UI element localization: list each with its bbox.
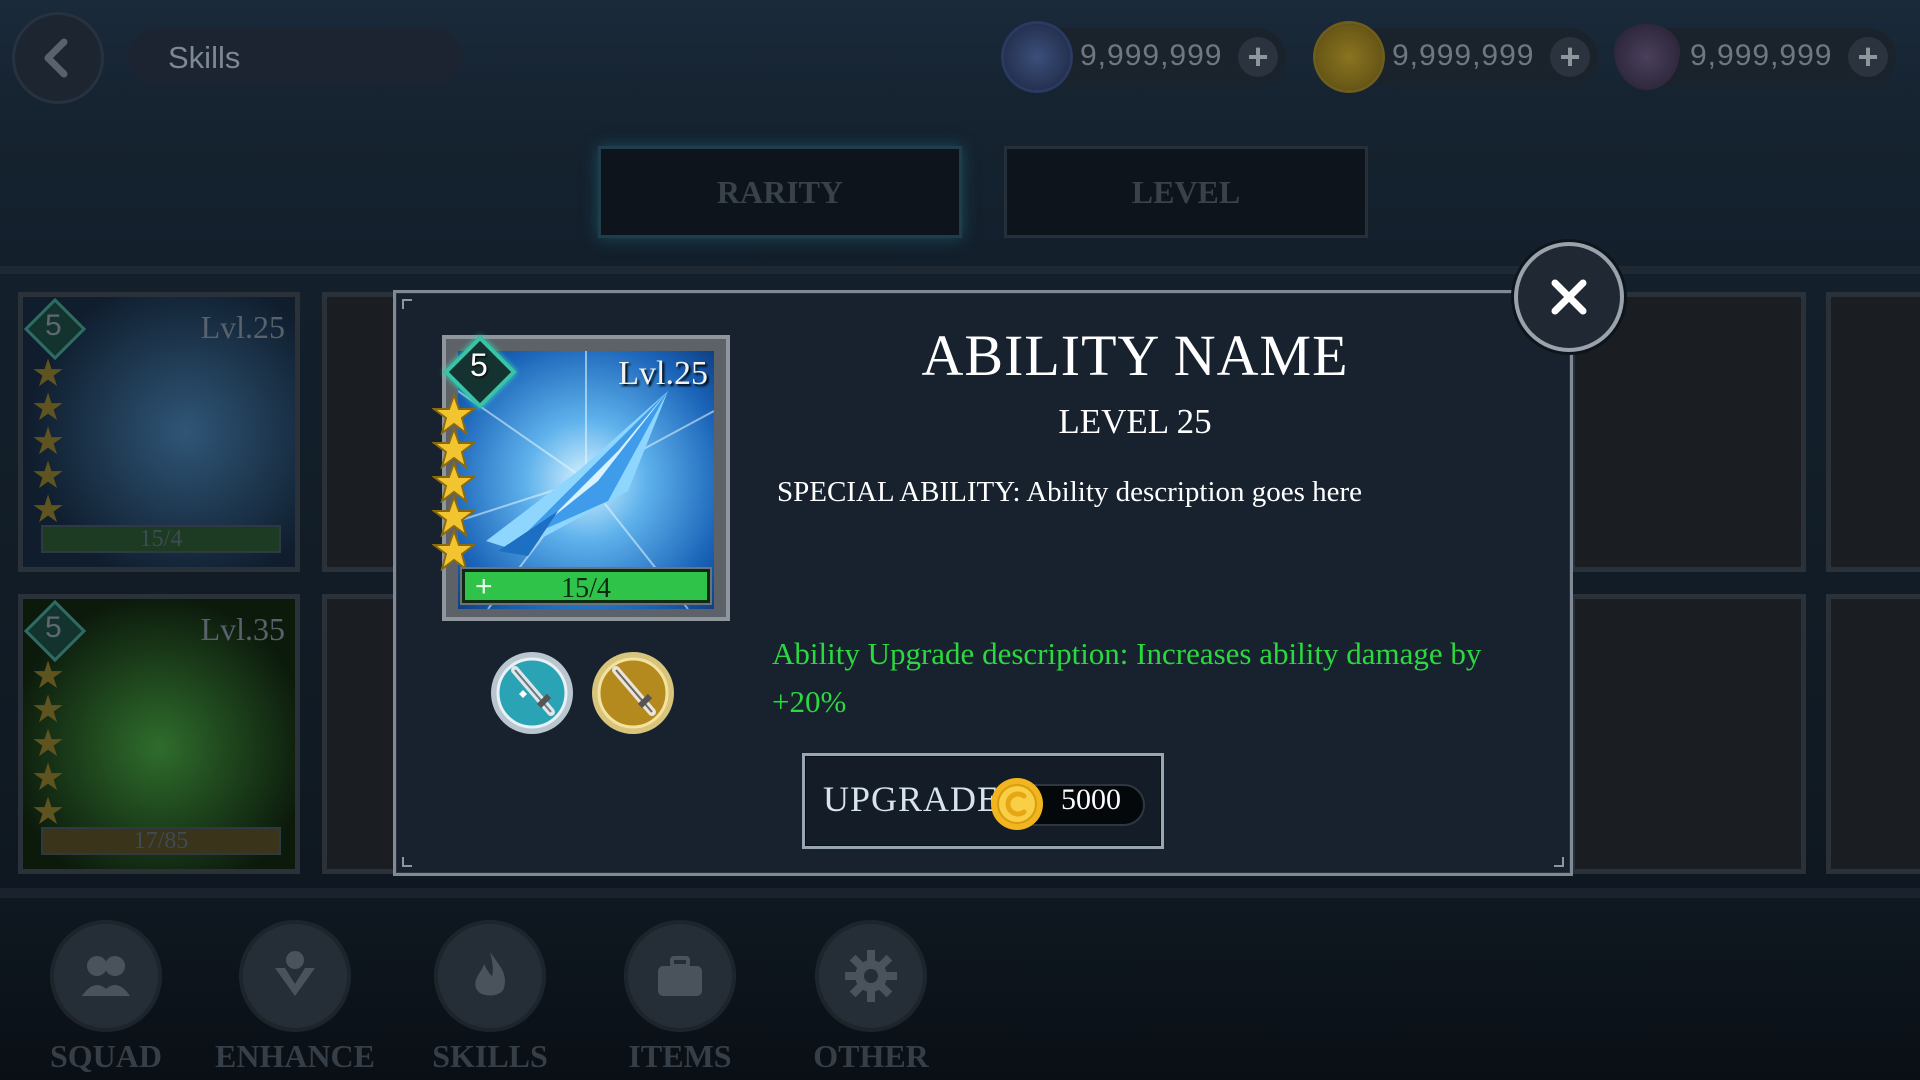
card-level: Lvl.35 [200, 611, 285, 647]
upgrade-description: Ability Upgrade description: Increases a… [772, 636, 1482, 719]
skill-card-empty[interactable] [322, 292, 402, 572]
tab-rarity[interactable]: RARITY [598, 146, 962, 238]
star-rating: ★ ★ ★ ★ ★ [31, 353, 66, 531]
upgrade-cost: 5000 [1061, 783, 1121, 816]
divider [0, 266, 1920, 274]
briefcase-icon [624, 920, 736, 1032]
currency-energy: 9,999,999 + [1004, 24, 1286, 90]
add-gems-button[interactable]: + [1848, 36, 1888, 77]
ability-description: SPECIAL ABILITY: Ability description goe… [777, 476, 1363, 508]
add-energy-button[interactable]: + [1238, 36, 1278, 77]
skill-card[interactable]: 5 Lvl.35 ★ ★ ★ ★ ★ 17/85 [18, 594, 300, 874]
gold-coin-icon [1316, 24, 1382, 90]
nav-skills[interactable]: SKILLS [430, 920, 550, 1074]
nav-label: ITEMS [628, 1038, 732, 1074]
currency-amount: 9,999,999 [1690, 39, 1833, 72]
sword-medal-silver-icon[interactable] [489, 650, 575, 736]
skill-card-empty[interactable] [1826, 594, 1920, 874]
currency-gems: 9,999,999 + [1614, 24, 1896, 90]
gold-coin-icon [991, 778, 1043, 830]
back-button[interactable] [12, 12, 104, 104]
card-progress: 17/85 [41, 827, 281, 855]
ability-name: ABILITY NAME [921, 323, 1349, 388]
skill-card-empty[interactable] [322, 594, 402, 874]
card-level: Lvl.25 [200, 309, 285, 345]
divider [0, 888, 1920, 898]
frame-corner [402, 299, 412, 309]
enhance-icon [239, 920, 351, 1032]
currency-amount: 9,999,999 [1392, 39, 1535, 72]
nav-label: SQUAD [49, 1038, 162, 1074]
nav-label: SKILLS [432, 1038, 548, 1074]
tab-level[interactable]: LEVEL [1004, 146, 1368, 238]
screen-title: Skills [128, 28, 462, 86]
skill-card[interactable]: 5 Lvl.25 ★ ★ ★ ★ ★ 15/4 [18, 292, 300, 572]
nav-items[interactable]: ITEMS [620, 920, 740, 1074]
tier-number: 5 [45, 309, 62, 342]
upgrade-label: UPGRADE [823, 779, 1001, 819]
close-button[interactable] [1514, 242, 1624, 352]
nav-label: ENHANCE [214, 1038, 375, 1074]
ability-card: 5 Lvl.25 + 15/4 [432, 335, 730, 621]
skill-card-empty[interactable] [1826, 292, 1920, 572]
star-icon [432, 529, 476, 571]
currency-amount: 9,999,999 [1080, 39, 1223, 72]
skill-card-empty[interactable] [1570, 594, 1806, 874]
progress-value: 15/4 [561, 573, 611, 604]
close-icon [1551, 279, 1587, 315]
frame-corner [1554, 857, 1564, 867]
card-progress: 15/4 [41, 525, 281, 553]
gear-icon [815, 920, 927, 1032]
tier-number: 5 [470, 347, 488, 383]
star-rating: ★ ★ ★ ★ ★ [31, 655, 66, 833]
squad-icon [50, 920, 162, 1032]
add-gold-button[interactable]: + [1550, 36, 1590, 77]
chevron-left-icon [44, 38, 68, 78]
flame-icon [434, 920, 546, 1032]
nav-label: OTHER [813, 1038, 929, 1074]
nav-squad[interactable]: SQUAD [46, 920, 166, 1074]
upgrade-button[interactable]: UPGRADE 5000 [802, 753, 1164, 849]
gem-icon [1614, 24, 1680, 90]
tier-number: 5 [45, 611, 62, 644]
ability-level: LEVEL 25 [1058, 402, 1212, 441]
star-rating [432, 393, 476, 571]
ability-progress-bar: + 15/4 [462, 569, 710, 604]
ability-card-level: Lvl.25 [618, 355, 708, 392]
currency-gold: 9,999,999 + [1316, 24, 1598, 90]
frame-corner [402, 857, 412, 867]
nav-enhance[interactable]: ENHANCE [215, 920, 375, 1074]
nav-other[interactable]: OTHER [811, 920, 931, 1074]
sword-medal-gold-icon[interactable] [590, 650, 676, 736]
energy-icon [1004, 24, 1070, 90]
